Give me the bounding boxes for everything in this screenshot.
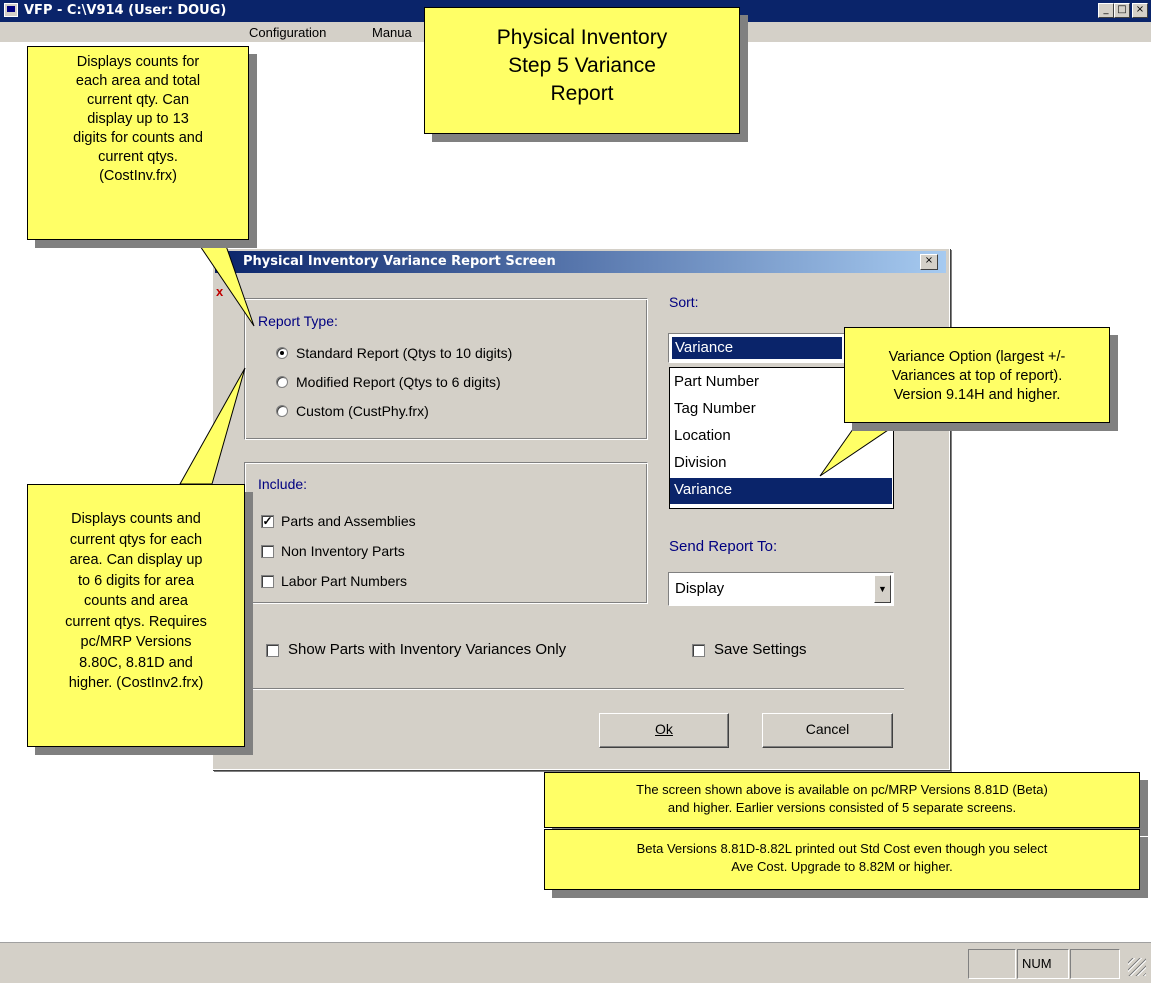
callout-variance-option: Variance Option (largest +/- Variances a… bbox=[844, 327, 1110, 423]
status-panel-extra bbox=[1070, 949, 1120, 979]
callout-main-title: Physical Inventory Step 5 Variance Repor… bbox=[424, 7, 740, 134]
status-panel-num: NUM bbox=[1017, 949, 1069, 979]
pointer-top-left bbox=[195, 239, 255, 327]
pointer-variance bbox=[819, 421, 902, 477]
callout-bottom-left: Displays counts and current qtys for eac… bbox=[27, 484, 245, 747]
callout-top-left: Displays counts for each area and total … bbox=[27, 46, 249, 240]
callout-versions-note: The screen shown above is available on p… bbox=[544, 772, 1140, 828]
callout-beta-note: Beta Versions 8.81D-8.82L printed out St… bbox=[544, 829, 1140, 890]
pointer-bottom-left bbox=[179, 367, 246, 485]
resize-grip-icon[interactable] bbox=[1128, 958, 1146, 976]
status-panel-empty bbox=[968, 949, 1016, 979]
